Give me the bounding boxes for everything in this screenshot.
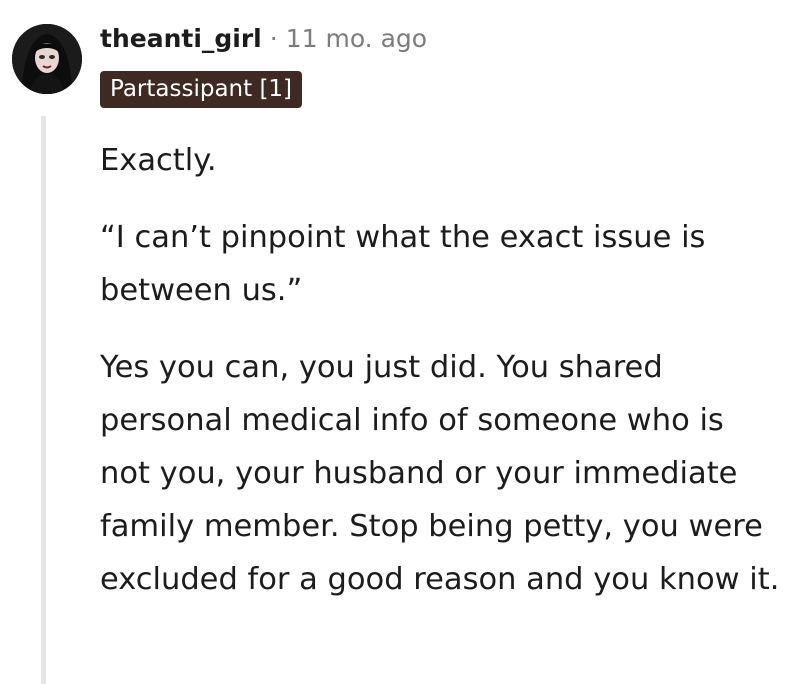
user-flair-badge: Partassipant [1] — [100, 71, 303, 108]
comment-paragraph: Exactly. — [100, 143, 217, 178]
comment-timestamp[interactable]: 11 mo. ago — [286, 24, 427, 53]
thread-collapse-line[interactable] — [41, 116, 46, 684]
comment-paragraph: “I can’t pinpoint what the exact issue i… — [100, 220, 706, 308]
author-username[interactable]: theanti_girl — [100, 24, 262, 53]
comment-body: Exactly. “I can’t pinpoint what the exac… — [100, 134, 780, 630]
comment-paragraph: Yes you can, you just did. You shared pe… — [100, 350, 780, 597]
meta-separator: · — [269, 23, 278, 53]
avatar-image — [12, 24, 82, 94]
user-avatar[interactable] — [12, 24, 82, 94]
comment-header: theanti_girl · 11 mo. ago — [100, 18, 427, 58]
